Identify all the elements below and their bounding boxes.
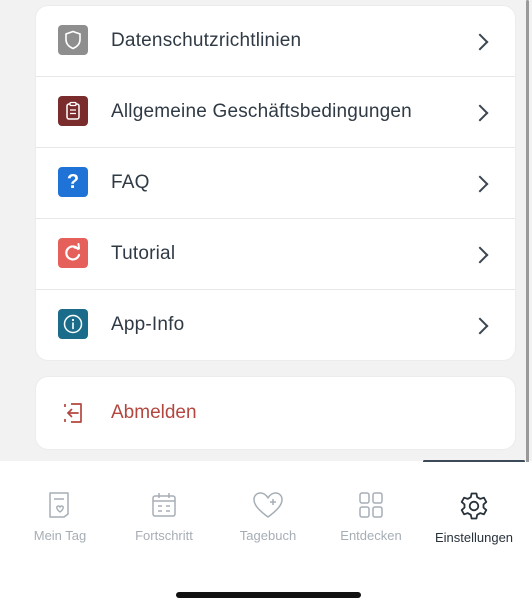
tab-einstellungen[interactable]: Einstellungen xyxy=(424,490,524,550)
menu-item-label: FAQ xyxy=(111,172,150,193)
chevron-right-icon xyxy=(471,317,489,335)
menu-item-faq[interactable]: ? FAQ xyxy=(36,147,515,217)
menu-item-label: Datenschutzrichtlinien xyxy=(111,30,302,51)
settings-menu-card: Datenschutzrichtlinien Allgemeine Geschä… xyxy=(36,6,515,360)
menu-item-tutorial[interactable]: Tutorial xyxy=(36,218,515,288)
bottom-tab-bar: Mein Tag Fortschritt Tagebuch Entdecken … xyxy=(0,462,532,562)
menu-item-terms[interactable]: Allgemeine Geschäftsbedingungen xyxy=(36,76,515,146)
tab-label: Mein Tag xyxy=(33,528,87,543)
chevron-right-icon xyxy=(471,33,489,51)
shield-icon xyxy=(58,25,88,55)
menu-item-app-info[interactable]: App-Info xyxy=(36,289,515,359)
info-icon xyxy=(58,309,88,339)
gear-icon xyxy=(458,490,490,522)
menu-item-label: Allgemeine Geschäftsbedingungen xyxy=(111,101,412,122)
home-indicator[interactable] xyxy=(176,592,361,598)
tab-fortschritt[interactable]: Fortschritt xyxy=(114,490,214,550)
tab-mein-tag[interactable]: Mein Tag xyxy=(10,490,110,550)
tab-label: Einstellungen xyxy=(434,530,514,545)
logout-button[interactable]: Abmelden xyxy=(36,377,515,449)
scrollbar[interactable] xyxy=(526,0,529,466)
chevron-right-icon xyxy=(471,175,489,193)
tab-label: Entdecken xyxy=(340,528,402,543)
day-card-heart-icon xyxy=(45,490,75,520)
replay-icon xyxy=(58,238,88,268)
grid-icon xyxy=(356,490,386,520)
tab-entdecken[interactable]: Entdecken xyxy=(321,490,421,550)
menu-item-label: App-Info xyxy=(111,314,185,335)
clipboard-icon xyxy=(58,96,88,126)
tab-tagebuch[interactable]: Tagebuch xyxy=(218,490,318,550)
logout-label: Abmelden xyxy=(111,402,197,423)
chevron-right-icon xyxy=(471,246,489,264)
settings-content: Datenschutzrichtlinien Allgemeine Geschä… xyxy=(0,0,532,461)
menu-item-label: Tutorial xyxy=(111,243,176,264)
chevron-right-icon xyxy=(471,104,489,122)
calendar-icon xyxy=(149,490,179,520)
tab-label: Tagebuch xyxy=(239,528,297,543)
menu-item-privacy[interactable]: Datenschutzrichtlinien xyxy=(36,6,515,76)
tab-label: Fortschritt xyxy=(135,528,193,543)
question-icon: ? xyxy=(58,167,88,197)
question-glyph: ? xyxy=(66,170,80,193)
logout-icon xyxy=(62,401,86,430)
heart-plus-icon xyxy=(251,490,285,520)
